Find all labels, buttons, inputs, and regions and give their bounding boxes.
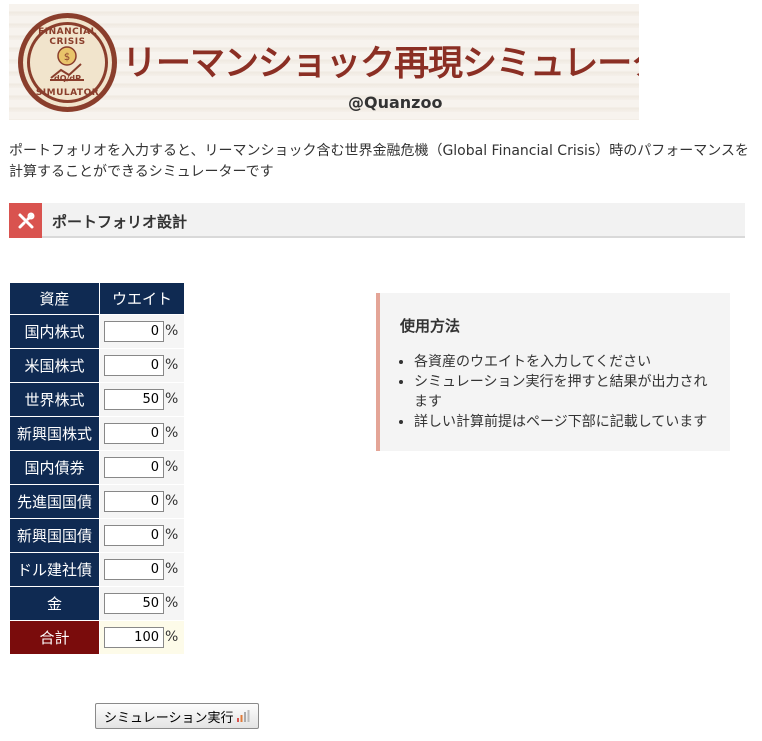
weight-input-domestic-stock[interactable] bbox=[104, 321, 164, 342]
asset-label: 先進国国債 bbox=[9, 484, 100, 519]
weight-input-us-stock[interactable] bbox=[104, 355, 164, 376]
weight-cell: % bbox=[99, 416, 185, 451]
table-row: 新興国株式 % bbox=[9, 416, 185, 451]
header-banner: FINANCIAL CRISIS $ dQ/dP SIMULATOR リーマンシ… bbox=[9, 4, 639, 120]
table-row: ドル建社債 % bbox=[9, 552, 185, 587]
asset-label: 米国株式 bbox=[9, 348, 100, 383]
weight-cell: % bbox=[99, 586, 185, 621]
usage-title: 使用方法 bbox=[400, 317, 461, 335]
weight-cell: % bbox=[99, 552, 185, 587]
table-row: 世界株式 % bbox=[9, 382, 185, 417]
percent-unit: % bbox=[165, 629, 179, 645]
weight-input-usd-corp-bond[interactable] bbox=[104, 559, 164, 580]
list-item: シミュレーション実行を押すと結果が出力されます bbox=[414, 372, 718, 412]
table-row: 先進国国債 % bbox=[9, 484, 185, 519]
list-item: 詳しい計算前提はページ下部に記載しています bbox=[414, 412, 718, 432]
asset-label: 金 bbox=[9, 586, 100, 621]
weight-input-emerging-govt-bond[interactable] bbox=[104, 525, 164, 546]
portfolio-table: 資産 ウエイト 国内株式 % 米国株式 % 世界株式 % 新興国株式 % 国内債… bbox=[9, 282, 185, 655]
percent-unit: % bbox=[165, 357, 179, 373]
weight-column-header: ウエイト bbox=[99, 282, 185, 315]
percent-unit: % bbox=[165, 561, 179, 577]
asset-label: 世界株式 bbox=[9, 382, 100, 417]
run-simulation-button[interactable]: シミュレーション実行 bbox=[95, 703, 260, 729]
asset-label: 新興国国債 bbox=[9, 518, 100, 553]
table-row: 国内債券 % bbox=[9, 450, 185, 485]
simulator-logo: FINANCIAL CRISIS $ dQ/dP SIMULATOR bbox=[18, 13, 117, 112]
weight-cell: % bbox=[99, 518, 185, 553]
percent-unit: % bbox=[165, 391, 179, 407]
percent-unit: % bbox=[165, 459, 179, 475]
asset-label: ドル建社債 bbox=[9, 552, 100, 587]
section-header: ポートフォリオ設計 bbox=[9, 203, 745, 238]
percent-unit: % bbox=[165, 595, 179, 611]
chart-bars-icon bbox=[237, 710, 250, 722]
weight-input-domestic-bond[interactable] bbox=[104, 457, 164, 478]
section-title: ポートフォリオ設計 bbox=[52, 213, 188, 231]
table-row: 新興国国債 % bbox=[9, 518, 185, 553]
table-row: 金 % bbox=[9, 586, 185, 621]
weight-cell: % bbox=[99, 620, 185, 655]
asset-label: 新興国株式 bbox=[9, 416, 100, 451]
percent-unit: % bbox=[165, 527, 179, 543]
asset-label: 国内債券 bbox=[9, 450, 100, 485]
percent-unit: % bbox=[165, 323, 179, 339]
weight-cell: % bbox=[99, 348, 185, 383]
tools-icon bbox=[9, 203, 42, 238]
banner-title: リーマンショック再現シミュレーター bbox=[122, 44, 639, 84]
svg-text:$: $ bbox=[64, 52, 70, 63]
total-row: 合計 % bbox=[9, 620, 185, 655]
banner-handle: @Quanzoo bbox=[348, 93, 443, 112]
intro-text: ポートフォリオを入力すると、リーマンショック含む世界金融危機（Global Fi… bbox=[9, 143, 749, 180]
table-row: 国内株式 % bbox=[9, 314, 185, 349]
weight-cell: % bbox=[99, 450, 185, 485]
weight-input-developed-govt-bond[interactable] bbox=[104, 491, 164, 512]
asset-column-header: 資産 bbox=[9, 282, 100, 315]
weight-cell: % bbox=[99, 382, 185, 417]
logo-center-text: dQ/dP bbox=[53, 74, 82, 83]
usage-box: 使用方法 各資産のウエイトを入力してください シミュレーション実行を押すと結果が… bbox=[376, 293, 730, 451]
table-row: 米国株式 % bbox=[9, 348, 185, 383]
weight-input-world-stock[interactable] bbox=[104, 389, 164, 410]
total-weight-field bbox=[104, 627, 164, 648]
logo-bottom-text: SIMULATOR bbox=[35, 88, 100, 98]
percent-unit: % bbox=[165, 493, 179, 509]
table-header-row: 資産 ウエイト bbox=[9, 282, 185, 315]
weight-cell: % bbox=[99, 314, 185, 349]
asset-label: 国内株式 bbox=[9, 314, 100, 349]
percent-unit: % bbox=[165, 425, 179, 441]
weight-cell: % bbox=[99, 484, 185, 519]
run-simulation-label: シミュレーション実行 bbox=[104, 710, 234, 726]
list-item: 各資産のウエイトを入力してください bbox=[414, 352, 718, 372]
weight-input-emerging-stock[interactable] bbox=[104, 423, 164, 444]
total-label: 合計 bbox=[9, 620, 100, 655]
weight-input-gold[interactable] bbox=[104, 593, 164, 614]
usage-list: 各資産のウエイトを入力してください シミュレーション実行を押すと結果が出力されま… bbox=[400, 352, 718, 432]
